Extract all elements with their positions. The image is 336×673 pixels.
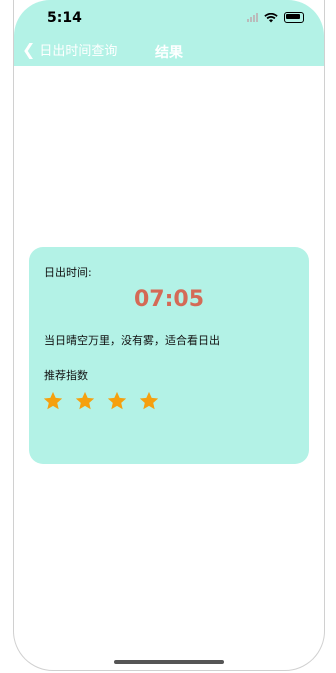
recommend-label: 推荐指数 <box>44 369 88 382</box>
home-indicator <box>114 660 224 664</box>
status-time: 5:14 <box>47 10 82 26</box>
top-bar: 5:14 ❮ 日出时间查询 结果 <box>14 0 324 66</box>
battery-icon <box>284 12 304 23</box>
signal-icon <box>247 13 258 22</box>
star-icon <box>107 391 127 410</box>
star-icon <box>139 391 159 410</box>
sunrise-time: 07:05 <box>133 287 205 312</box>
page-title: 结果 <box>155 45 183 61</box>
star-icon <box>75 391 95 410</box>
rating-stars <box>42 390 160 412</box>
wifi-icon <box>264 12 278 22</box>
result-card: 日出时间: 07:05 当日晴空万里，没有雾，适合看日出 推荐指数 <box>29 247 309 464</box>
status-icons <box>247 12 304 23</box>
sunrise-label: 日出时间: <box>44 266 92 279</box>
weather-description: 当日晴空万里，没有雾，适合看日出 <box>44 334 220 347</box>
star-icon <box>43 391 63 410</box>
phone-frame: 5:14 ❮ 日出时间查询 结果 日出时间: 07:05 当日晴空万里，没有雾，… <box>13 0 325 671</box>
